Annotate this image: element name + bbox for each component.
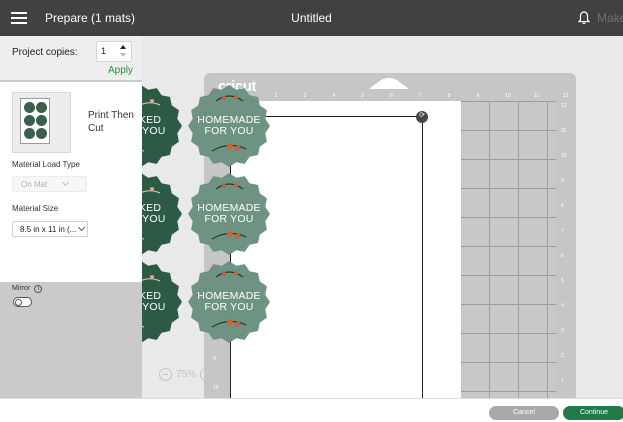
ruler-top-label: 11 bbox=[534, 93, 540, 99]
ruler-top-label: 8 bbox=[447, 93, 451, 99]
material-size-select[interactable]: 8.5 in x 11 in (... bbox=[12, 221, 88, 237]
ruler-right-label: 1 bbox=[561, 378, 564, 384]
machine-label[interactable]: Maker bbox=[597, 11, 623, 25]
mat-settings-panel: Print Then Cut Material Load Type On Mat… bbox=[0, 82, 142, 307]
rotate-icon[interactable]: ⟳ bbox=[416, 111, 428, 123]
ruler-right-label: 12 bbox=[561, 103, 567, 109]
toggle-knob bbox=[15, 298, 22, 306]
ruler-right-label: 8 bbox=[561, 203, 564, 209]
ruler-right-label: 5 bbox=[561, 278, 564, 284]
ruler-top-label: 10 bbox=[505, 93, 511, 99]
material-size-value: 8.5 in x 11 in (... bbox=[20, 224, 77, 234]
ruler-right-label: 11 bbox=[561, 128, 567, 134]
material-size-label: Material Size bbox=[12, 204, 59, 213]
material-load-type-value: On Mat bbox=[21, 179, 48, 189]
ruler-top-label: 9 bbox=[476, 93, 480, 99]
sticker-picked-for-you[interactable]: PICKEDFOR YOU bbox=[142, 85, 182, 167]
ruler-right-label: 2 bbox=[561, 353, 564, 359]
ruler-right-label: 7 bbox=[561, 228, 564, 234]
mat-sidebar: Project copies: 1 Apply Print Then Cut M… bbox=[0, 36, 142, 398]
ruler-right-label: 10 bbox=[561, 153, 567, 159]
sticker-text-line-1: PICKED bbox=[142, 114, 162, 126]
material-load-type-select[interactable]: On Mat bbox=[12, 176, 87, 192]
mirror-label-row: Mirror i bbox=[12, 285, 43, 293]
mat-thumbnail[interactable] bbox=[12, 92, 71, 153]
sticker-text-line-2: FOR YOU bbox=[142, 213, 166, 225]
mat-mode-label: Print Then Cut bbox=[88, 110, 134, 134]
increment-icon[interactable] bbox=[120, 45, 126, 49]
mat-notch-icon bbox=[369, 78, 409, 89]
sticker-homemade-for-you[interactable]: HOMEMADE FOR YOU bbox=[188, 261, 270, 343]
sticker-text-line-1: HOMEMADE bbox=[197, 290, 261, 302]
sticker-homemade-for-you[interactable]: HOMEMADE FOR YOU bbox=[188, 85, 270, 167]
sticker-picked-for-you[interactable]: PICKEDFOR YOU bbox=[142, 173, 182, 255]
project-copies-panel: Project copies: 1 Apply bbox=[0, 36, 142, 80]
info-icon[interactable]: i bbox=[34, 285, 43, 293]
apply-button[interactable]: Apply bbox=[108, 65, 133, 76]
ruler-top-label: 4 bbox=[332, 93, 336, 99]
zoom-in-icon[interactable] bbox=[200, 368, 214, 381]
sticker-homemade-for-you[interactable]: HOMEMADE FOR YOU bbox=[188, 173, 270, 255]
ruler-right-label: 4 bbox=[561, 303, 564, 309]
sticker-text-line-1: PICKED bbox=[142, 290, 162, 302]
project-copies-label: Project copies: bbox=[12, 47, 78, 58]
ruler-right-label: 6 bbox=[561, 253, 564, 259]
footer-bar: Cancel Continue bbox=[0, 398, 623, 422]
ruler-top-label: 5 bbox=[361, 93, 364, 99]
ruler-top-label: 12 bbox=[562, 93, 569, 99]
document-title: Untitled bbox=[291, 11, 332, 25]
cancel-button[interactable]: Cancel bbox=[489, 406, 559, 420]
ruler-left-label: 10 bbox=[213, 385, 219, 392]
sticker-text-line-1: PICKED bbox=[142, 202, 162, 214]
sticker-text-line-2: FOR YOU bbox=[204, 301, 254, 313]
ruler-top-label: 3 bbox=[303, 93, 307, 99]
mat-grid bbox=[460, 101, 556, 398]
sticker-text-line-1: HOMEMADE bbox=[197, 202, 261, 214]
zoom-control: 75% bbox=[159, 366, 216, 383]
mat-preview-canvas: cricut 123456789101112 12345678910 12111… bbox=[142, 36, 623, 398]
sticker-text-line-2: FOR YOU bbox=[204, 125, 254, 137]
ruler-right-label: 9 bbox=[561, 178, 564, 184]
mirror-toggle[interactable] bbox=[13, 297, 32, 307]
ruler-left-label: 9 bbox=[213, 356, 216, 363]
ruler-top-label: 6 bbox=[390, 93, 393, 99]
sticker-text-line-2: FOR YOU bbox=[142, 125, 166, 137]
top-bar: Prepare (1 mats) Untitled Maker bbox=[0, 0, 623, 36]
ruler-top-label: 2 bbox=[274, 93, 278, 99]
mat-thumbnail-paper bbox=[20, 98, 50, 144]
sticker-text-line-2: FOR YOU bbox=[142, 301, 166, 313]
chevron-down-icon bbox=[78, 223, 86, 232]
sticker-text-line-1: HOMEMADE bbox=[197, 114, 261, 126]
bell-icon[interactable] bbox=[578, 11, 590, 25]
sticker-text-line-2: FOR YOU bbox=[204, 213, 254, 225]
decrement-icon[interactable] bbox=[120, 53, 126, 57]
project-copies-value: 1 bbox=[101, 46, 107, 56]
ruler-right-label: 3 bbox=[561, 328, 564, 334]
zoom-out-icon[interactable] bbox=[159, 368, 172, 381]
ruler-top-label: 7 bbox=[418, 93, 422, 99]
zoom-level: 75% bbox=[176, 369, 197, 380]
mirror-label: Mirror bbox=[12, 285, 31, 292]
sticker-picked-for-you[interactable]: PICKEDFOR YOU bbox=[142, 261, 182, 343]
chevron-down-icon bbox=[62, 178, 70, 187]
project-copies-input[interactable]: 1 bbox=[96, 41, 132, 62]
continue-button[interactable]: Continue bbox=[563, 406, 623, 420]
material-load-type-label: Material Load Type bbox=[12, 160, 80, 169]
